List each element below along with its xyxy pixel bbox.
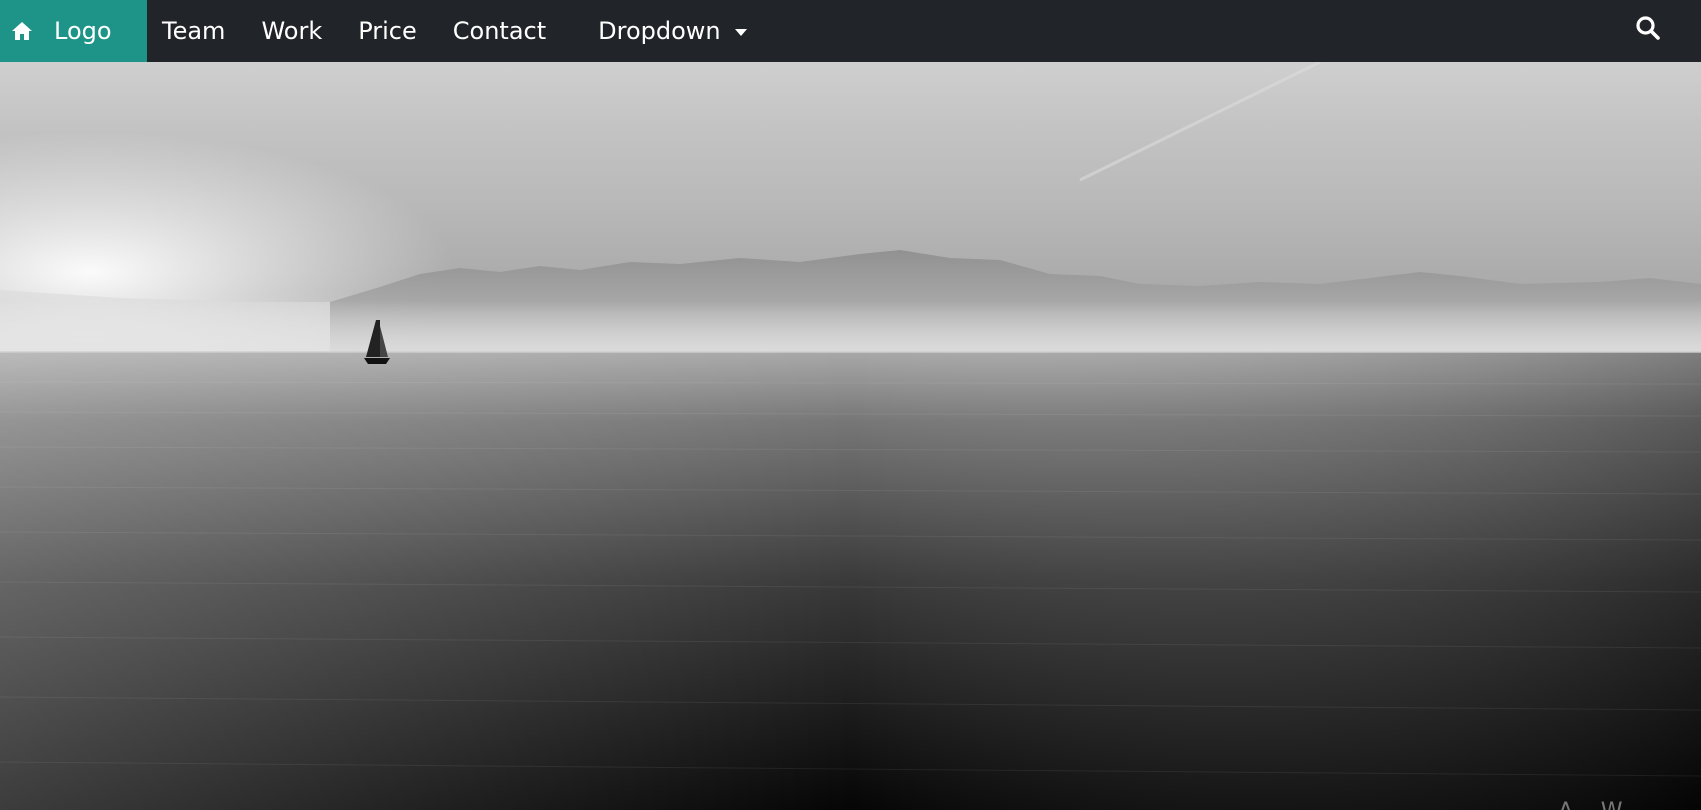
caret-down-icon	[734, 28, 747, 36]
nav-dropdown-toggle[interactable]: Dropdown	[598, 0, 747, 62]
nav-link-contact[interactable]: Contact	[453, 0, 546, 62]
nav-link-price[interactable]: Price	[358, 0, 417, 62]
hero-banner: A... W...	[0, 62, 1701, 810]
dropdown-label: Dropdown	[598, 17, 721, 45]
home-icon	[12, 22, 32, 40]
top-navbar: Logo Team Work Price Contact Dropdown	[0, 0, 1701, 62]
nav-link-team[interactable]: Team	[162, 0, 225, 62]
search-button[interactable]	[1633, 13, 1663, 43]
brand-logo-link[interactable]: Logo	[0, 0, 147, 62]
search-icon	[1636, 16, 1660, 40]
hero-caption: A... W...	[1558, 799, 1641, 810]
nav-link-work[interactable]: Work	[261, 0, 322, 62]
hero-background-image	[0, 62, 1701, 810]
brand-label: Logo	[54, 17, 112, 45]
